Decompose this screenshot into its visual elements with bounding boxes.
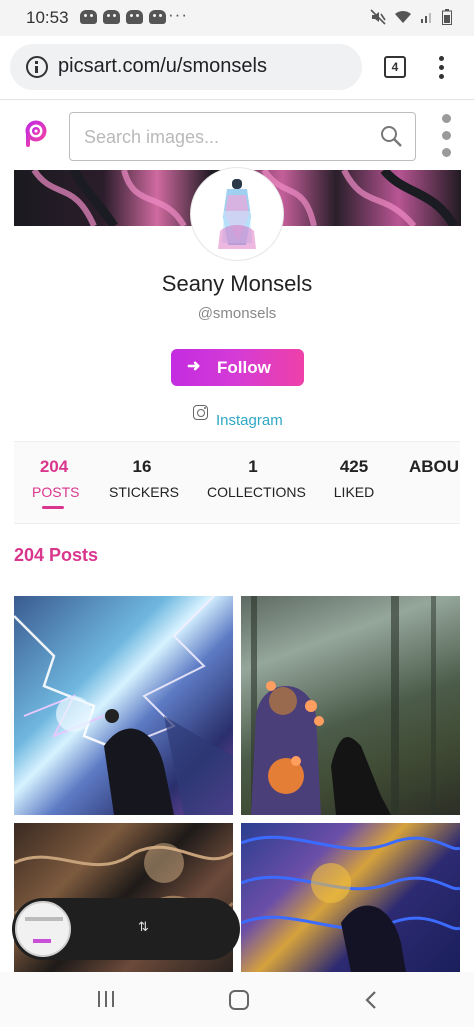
avatar[interactable] [191, 168, 283, 260]
app-header: Search images... [0, 100, 474, 170]
tab-switcher-button[interactable]: 4 [384, 56, 406, 78]
battery-icon [442, 9, 452, 25]
posts-label: POSTS [32, 484, 80, 500]
discord-notification-icon [126, 10, 143, 24]
picsart-logo-icon[interactable] [24, 120, 48, 148]
discord-notification-icon [103, 10, 120, 24]
home-icon[interactable] [229, 990, 249, 1010]
posts-count: 204 [39, 457, 69, 476]
floating-preview-bubble[interactable]: ⇅ [12, 898, 240, 960]
stickers-label: STICKERS [109, 484, 180, 500]
tab-about[interactable]: ABOU [409, 457, 460, 477]
tab-collections[interactable]: 1 COLLECTIONS [207, 457, 306, 500]
signal-icon [421, 13, 431, 23]
more-notifications-icon: ··· [168, 5, 188, 24]
search-icon[interactable] [379, 124, 403, 148]
address-bar[interactable]: picsart.com/u/smonsels [10, 44, 362, 90]
instagram-icon [193, 405, 208, 420]
follow-label: Follow [217, 358, 271, 377]
preview-thumbnail[interactable] [15, 901, 71, 957]
recents-icon[interactable] [98, 991, 116, 1007]
collections-label: COLLECTIONS [207, 484, 306, 500]
profile-stats-tabs: 204 POSTS 16 STICKERS 1 COLLECTIONS 425 … [14, 441, 460, 524]
follow-button[interactable]: ➜ Follow [171, 349, 304, 386]
app-menu-icon[interactable] [441, 114, 453, 158]
browser-toolbar: picsart.com/u/smonsels 4 [0, 36, 474, 100]
post-thumbnail[interactable] [14, 596, 233, 815]
search-input[interactable]: Search images... [69, 112, 416, 161]
system-icons [370, 9, 452, 25]
posts-heading: 204 Posts [14, 545, 99, 565]
search-placeholder: Search images... [84, 127, 220, 147]
arrow-right-icon: ➜ [187, 358, 201, 375]
liked-count: 425 [339, 457, 369, 476]
site-info-icon[interactable] [26, 56, 48, 78]
tab-liked[interactable]: 425 LIKED [332, 457, 376, 500]
liked-label: LIKED [333, 484, 375, 500]
post-thumbnail[interactable] [241, 596, 460, 815]
browser-menu-icon[interactable] [436, 56, 446, 80]
profile-name: Seany Monsels [161, 271, 313, 296]
about-label: ABOU [409, 457, 460, 476]
discord-notification-icon [149, 10, 166, 24]
url-text[interactable]: picsart.com/u/smonsels [58, 55, 267, 78]
mute-icon [370, 9, 386, 25]
collections-count: 1 [248, 457, 258, 476]
tab-posts[interactable]: 204 POSTS [32, 457, 80, 500]
active-tab-indicator [42, 506, 64, 509]
stickers-count: 16 [132, 457, 152, 476]
post-thumbnail[interactable] [241, 823, 460, 972]
back-icon[interactable] [365, 991, 377, 1009]
profile-handle: @smonsels [197, 305, 277, 322]
wifi-icon [395, 10, 411, 23]
discord-notification-icon [80, 10, 97, 24]
system-navigation-bar [0, 972, 474, 1027]
tab-stickers[interactable]: 16 STICKERS [109, 457, 180, 500]
expand-icon[interactable]: ⇅ [138, 920, 152, 934]
status-time: 10:53 [26, 8, 69, 27]
status-bar: 10:53 ··· [0, 0, 474, 36]
notification-icons [80, 10, 166, 24]
instagram-link[interactable]: Instagram [216, 412, 283, 429]
